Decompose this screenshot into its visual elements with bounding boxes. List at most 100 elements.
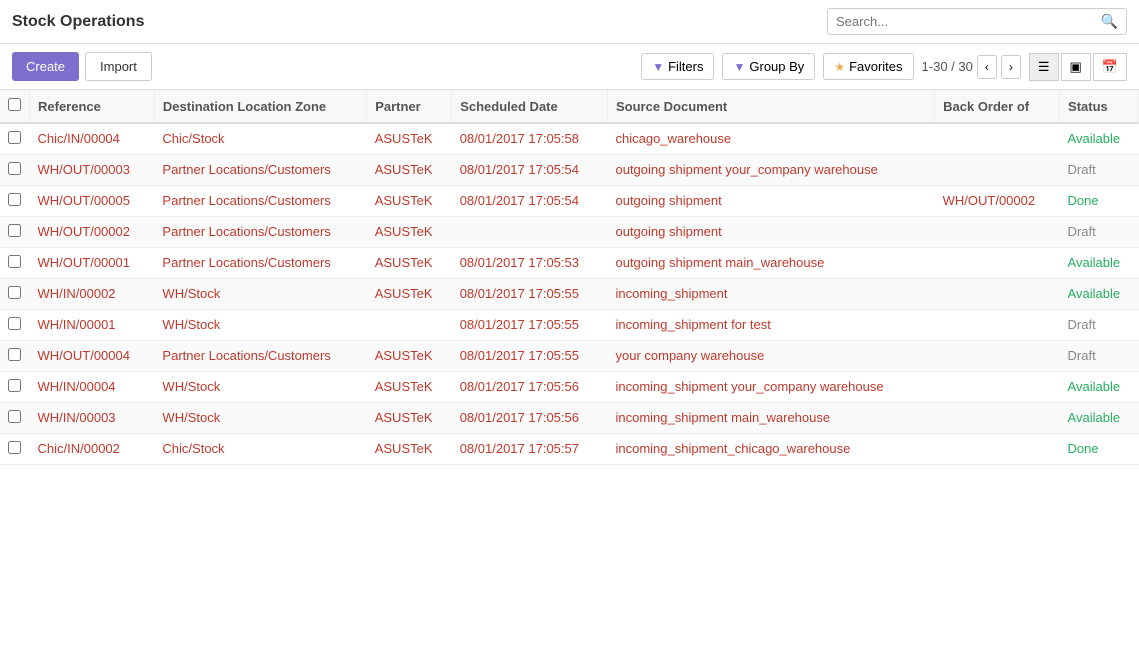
- row-checkbox-cell[interactable]: [0, 217, 30, 248]
- select-all-checkbox[interactable]: [8, 98, 21, 111]
- partner-link[interactable]: ASUSTeK: [375, 255, 433, 270]
- row-reference[interactable]: WH/OUT/00001: [30, 248, 155, 279]
- row-partner[interactable]: ASUSTeK: [367, 372, 452, 403]
- row-dest-location[interactable]: WH/Stock: [154, 372, 366, 403]
- row-checkbox-cell[interactable]: [0, 403, 30, 434]
- import-button[interactable]: Import: [85, 52, 152, 81]
- search-input[interactable]: [836, 14, 1101, 29]
- dest-link[interactable]: WH/Stock: [162, 317, 220, 332]
- dest-link[interactable]: WH/Stock: [162, 410, 220, 425]
- row-checkbox-cell[interactable]: [0, 155, 30, 186]
- filters-button[interactable]: ▼ Filters: [641, 53, 714, 80]
- row-backorder[interactable]: WH/OUT/00002: [935, 186, 1060, 217]
- row-partner[interactable]: ASUSTeK: [367, 186, 452, 217]
- row-checkbox[interactable]: [8, 441, 21, 454]
- table-row[interactable]: WH/IN/00002 WH/Stock ASUSTeK 08/01/2017 …: [0, 279, 1139, 310]
- table-row[interactable]: WH/OUT/00005 Partner Locations/Customers…: [0, 186, 1139, 217]
- row-checkbox[interactable]: [8, 348, 21, 361]
- dest-link[interactable]: Partner Locations/Customers: [162, 162, 330, 177]
- row-partner[interactable]: [367, 310, 452, 341]
- group-by-button[interactable]: ▼ Group By: [722, 53, 815, 80]
- reference-link[interactable]: WH/OUT/00003: [38, 162, 130, 177]
- row-source[interactable]: outgoing shipment your_company warehouse: [607, 155, 934, 186]
- row-partner[interactable]: ASUSTeK: [367, 123, 452, 155]
- table-row[interactable]: WH/IN/00001 WH/Stock 08/01/2017 17:05:55…: [0, 310, 1139, 341]
- partner-link[interactable]: ASUSTeK: [375, 162, 433, 177]
- row-checkbox-cell[interactable]: [0, 279, 30, 310]
- row-checkbox-cell[interactable]: [0, 186, 30, 217]
- next-page-button[interactable]: ›: [1001, 55, 1021, 79]
- dest-link[interactable]: WH/Stock: [162, 379, 220, 394]
- table-row[interactable]: Chic/IN/00004 Chic/Stock ASUSTeK 08/01/2…: [0, 123, 1139, 155]
- row-checkbox-cell[interactable]: [0, 248, 30, 279]
- row-dest-location[interactable]: Chic/Stock: [154, 123, 366, 155]
- row-checkbox[interactable]: [8, 193, 21, 206]
- row-source[interactable]: chicago_warehouse: [607, 123, 934, 155]
- source-link[interactable]: incoming_shipment_chicago_warehouse: [615, 441, 850, 456]
- dest-link[interactable]: Partner Locations/Customers: [162, 348, 330, 363]
- partner-link[interactable]: ASUSTeK: [375, 348, 433, 363]
- source-link[interactable]: outgoing shipment: [615, 224, 721, 239]
- row-dest-location[interactable]: Partner Locations/Customers: [154, 155, 366, 186]
- reference-link[interactable]: Chic/IN/00002: [38, 441, 120, 456]
- table-row[interactable]: WH/OUT/00001 Partner Locations/Customers…: [0, 248, 1139, 279]
- row-source[interactable]: incoming_shipment main_warehouse: [607, 403, 934, 434]
- row-reference[interactable]: Chic/IN/00002: [30, 434, 155, 465]
- row-reference[interactable]: WH/OUT/00003: [30, 155, 155, 186]
- row-checkbox[interactable]: [8, 317, 21, 330]
- source-link[interactable]: incoming_shipment: [615, 286, 727, 301]
- row-checkbox[interactable]: [8, 224, 21, 237]
- row-checkbox-cell[interactable]: [0, 434, 30, 465]
- row-reference[interactable]: Chic/IN/00004: [30, 123, 155, 155]
- reference-link[interactable]: WH/IN/00001: [38, 317, 116, 332]
- row-source[interactable]: incoming_shipment your_company warehouse: [607, 372, 934, 403]
- dest-link[interactable]: Partner Locations/Customers: [162, 224, 330, 239]
- grid-view-button[interactable]: ▣: [1061, 53, 1091, 81]
- source-link[interactable]: your company warehouse: [615, 348, 764, 363]
- reference-link[interactable]: WH/OUT/00002: [38, 224, 130, 239]
- table-row[interactable]: WH/IN/00003 WH/Stock ASUSTeK 08/01/2017 …: [0, 403, 1139, 434]
- row-checkbox[interactable]: [8, 410, 21, 423]
- row-partner[interactable]: ASUSTeK: [367, 341, 452, 372]
- reference-link[interactable]: WH/IN/00002: [38, 286, 116, 301]
- row-reference[interactable]: WH/IN/00001: [30, 310, 155, 341]
- dest-link[interactable]: Chic/Stock: [162, 441, 224, 456]
- source-link[interactable]: incoming_shipment for test: [615, 317, 770, 332]
- row-source[interactable]: outgoing shipment main_warehouse: [607, 248, 934, 279]
- partner-link[interactable]: ASUSTeK: [375, 224, 433, 239]
- prev-page-button[interactable]: ‹: [977, 55, 997, 79]
- table-row[interactable]: WH/OUT/00003 Partner Locations/Customers…: [0, 155, 1139, 186]
- dest-link[interactable]: WH/Stock: [162, 286, 220, 301]
- row-reference[interactable]: WH/IN/00004: [30, 372, 155, 403]
- list-view-button[interactable]: ☰: [1029, 53, 1059, 81]
- partner-link[interactable]: ASUSTeK: [375, 193, 433, 208]
- reference-link[interactable]: Chic/IN/00004: [38, 131, 120, 146]
- row-source[interactable]: incoming_shipment: [607, 279, 934, 310]
- partner-link[interactable]: ASUSTeK: [375, 379, 433, 394]
- row-dest-location[interactable]: Partner Locations/Customers: [154, 186, 366, 217]
- dest-link[interactable]: Partner Locations/Customers: [162, 255, 330, 270]
- row-source[interactable]: incoming_shipment for test: [607, 310, 934, 341]
- create-button[interactable]: Create: [12, 52, 79, 81]
- row-partner[interactable]: ASUSTeK: [367, 155, 452, 186]
- table-row[interactable]: Chic/IN/00002 Chic/Stock ASUSTeK 08/01/2…: [0, 434, 1139, 465]
- select-all-header[interactable]: [0, 90, 30, 123]
- favorites-button[interactable]: ★ Favorites: [823, 53, 913, 80]
- row-source[interactable]: incoming_shipment_chicago_warehouse: [607, 434, 934, 465]
- row-reference[interactable]: WH/IN/00002: [30, 279, 155, 310]
- source-link[interactable]: outgoing shipment: [615, 193, 721, 208]
- table-row[interactable]: WH/IN/00004 WH/Stock ASUSTeK 08/01/2017 …: [0, 372, 1139, 403]
- row-checkbox[interactable]: [8, 131, 21, 144]
- row-dest-location[interactable]: WH/Stock: [154, 310, 366, 341]
- row-checkbox[interactable]: [8, 162, 21, 175]
- row-checkbox-cell[interactable]: [0, 123, 30, 155]
- row-checkbox-cell[interactable]: [0, 341, 30, 372]
- dest-link[interactable]: Partner Locations/Customers: [162, 193, 330, 208]
- reference-link[interactable]: WH/IN/00003: [38, 410, 116, 425]
- partner-link[interactable]: ASUSTeK: [375, 410, 433, 425]
- row-dest-location[interactable]: Partner Locations/Customers: [154, 217, 366, 248]
- row-checkbox[interactable]: [8, 255, 21, 268]
- row-reference[interactable]: WH/OUT/00002: [30, 217, 155, 248]
- table-row[interactable]: WH/OUT/00002 Partner Locations/Customers…: [0, 217, 1139, 248]
- reference-link[interactable]: WH/OUT/00005: [38, 193, 130, 208]
